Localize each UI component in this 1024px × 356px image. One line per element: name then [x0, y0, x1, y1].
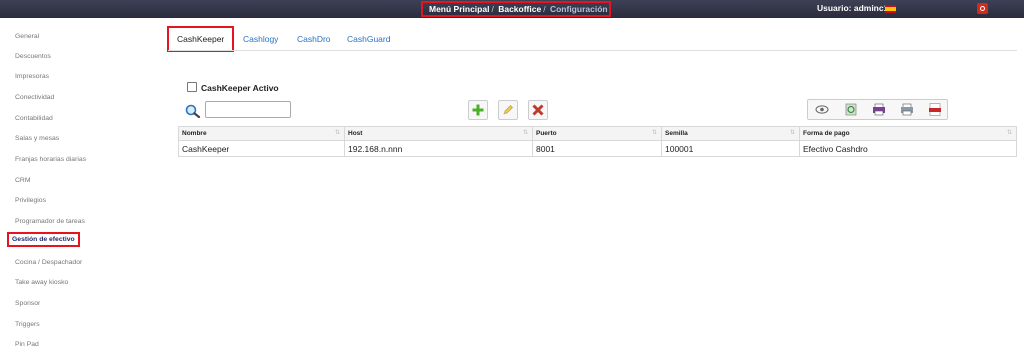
plus-icon: [472, 104, 484, 116]
tab-cashdro[interactable]: CashDro: [297, 34, 331, 44]
column-header-semilla[interactable]: Semilla ⇅: [661, 126, 800, 141]
sidebar-item-conectividad[interactable]: Conectividad: [15, 94, 54, 101]
sidebar-item-franjas-horarias[interactable]: Franjas horarias diarias: [15, 156, 86, 163]
user-label: Usuario: adminc1: [817, 3, 889, 13]
printer-icon[interactable]: [872, 103, 886, 116]
delete-icon: [532, 104, 544, 116]
sidebar-item-triggers[interactable]: Triggers: [15, 321, 40, 328]
sidebar-item-gestion-de-efectivo[interactable]: Gestión de efectivo: [7, 232, 80, 247]
breadcrumb-separator: /: [491, 4, 494, 14]
sidebar-item-general[interactable]: General: [15, 33, 39, 40]
cell-semilla: 100001: [661, 140, 800, 157]
sidebar-item-sponsor[interactable]: Sponsor: [15, 300, 40, 307]
sidebar-item-impresoras[interactable]: Impresoras: [15, 73, 49, 80]
sidebar-item-programador-de-tareas[interactable]: Programador de tareas: [15, 218, 85, 225]
sidebar-item-contabilidad[interactable]: Contabilidad: [15, 115, 53, 122]
spain-flag-icon[interactable]: [885, 5, 896, 13]
cell-host: 192.168.n.nnn: [344, 140, 533, 157]
sidebar-item-salas-y-mesas[interactable]: Salas y mesas: [15, 135, 59, 142]
power-icon[interactable]: [977, 3, 988, 14]
sort-icon: ⇅: [522, 130, 528, 136]
sidebar-item-crm[interactable]: CRM: [15, 177, 30, 184]
column-header-host[interactable]: Host ⇅: [344, 126, 533, 141]
cell-nombre: CashKeeper: [178, 140, 345, 157]
sidebar-item-take-away-kiosko[interactable]: Take away kiosko: [15, 279, 68, 286]
column-header-forma-de-pago[interactable]: Forma de pago ⇅: [799, 126, 1017, 141]
print-preview-icon[interactable]: [900, 103, 914, 116]
column-header-puerto[interactable]: Puerto ⇅: [532, 126, 662, 141]
breadcrumb: Menú Principal / Backoffice / Configuració…: [421, 1, 611, 17]
add-button[interactable]: [468, 100, 488, 120]
refresh-icon[interactable]: [844, 103, 858, 116]
export-toolbar: [807, 99, 948, 120]
column-header-nombre[interactable]: Nombre ⇅: [178, 126, 345, 141]
breadcrumb-backoffice[interactable]: Backoffice: [498, 4, 541, 14]
sort-icon: ⇅: [1006, 130, 1012, 136]
tab-cashlogy[interactable]: Cashlogy: [243, 34, 278, 44]
breadcrumb-separator: /: [543, 4, 546, 14]
table-header-row: Nombre ⇅ Host ⇅ Puerto ⇅ Semilla ⇅ Forma de …: [178, 126, 1017, 141]
sort-icon: ⇅: [651, 130, 657, 136]
cell-puerto: 8001: [532, 140, 662, 157]
sidebar-item-pin-pad[interactable]: Pin Pad: [15, 341, 39, 348]
top-bar: Menú Principal / Backoffice / Configuració…: [0, 0, 1024, 18]
cell-forma-de-pago: Efectivo Cashdro: [799, 140, 1017, 157]
sidebar-item-cocina-despachador[interactable]: Cocina / Despachador: [15, 259, 82, 266]
pencil-icon: [503, 105, 513, 115]
sidebar-item-privilegios[interactable]: Privilegios: [15, 197, 46, 204]
edit-button[interactable]: [498, 100, 518, 120]
sort-icon: ⇅: [334, 130, 340, 136]
sidebar-item-descuentos[interactable]: Descuentos: [15, 53, 51, 60]
delete-button[interactable]: [528, 100, 548, 120]
breadcrumb-configuracion: Configuración: [549, 4, 608, 14]
pdf-icon[interactable]: [928, 103, 942, 116]
data-table: Nombre ⇅ Host ⇅ Puerto ⇅ Semilla ⇅ Forma de …: [178, 126, 1017, 157]
cashkeeper-activo-label: CashKeeper Activo: [201, 83, 279, 93]
cashkeeper-activo-row[interactable]: CashKeeper Activo: [187, 82, 279, 93]
tab-cashguard[interactable]: CashGuard: [347, 34, 390, 44]
breadcrumb-menu-principal[interactable]: Menú Principal: [429, 4, 489, 14]
table-row[interactable]: CashKeeper 192.168.n.nnn 8001 100001 Efe…: [178, 140, 1017, 157]
tab-divider: [168, 50, 1017, 51]
sort-icon: ⇅: [789, 130, 795, 136]
cashkeeper-activo-checkbox[interactable]: [187, 82, 197, 92]
tab-cashkeeper[interactable]: CashKeeper: [167, 26, 235, 52]
search-icon: [185, 104, 201, 118]
search-input[interactable]: [205, 101, 291, 118]
eye-icon[interactable]: [815, 103, 829, 116]
